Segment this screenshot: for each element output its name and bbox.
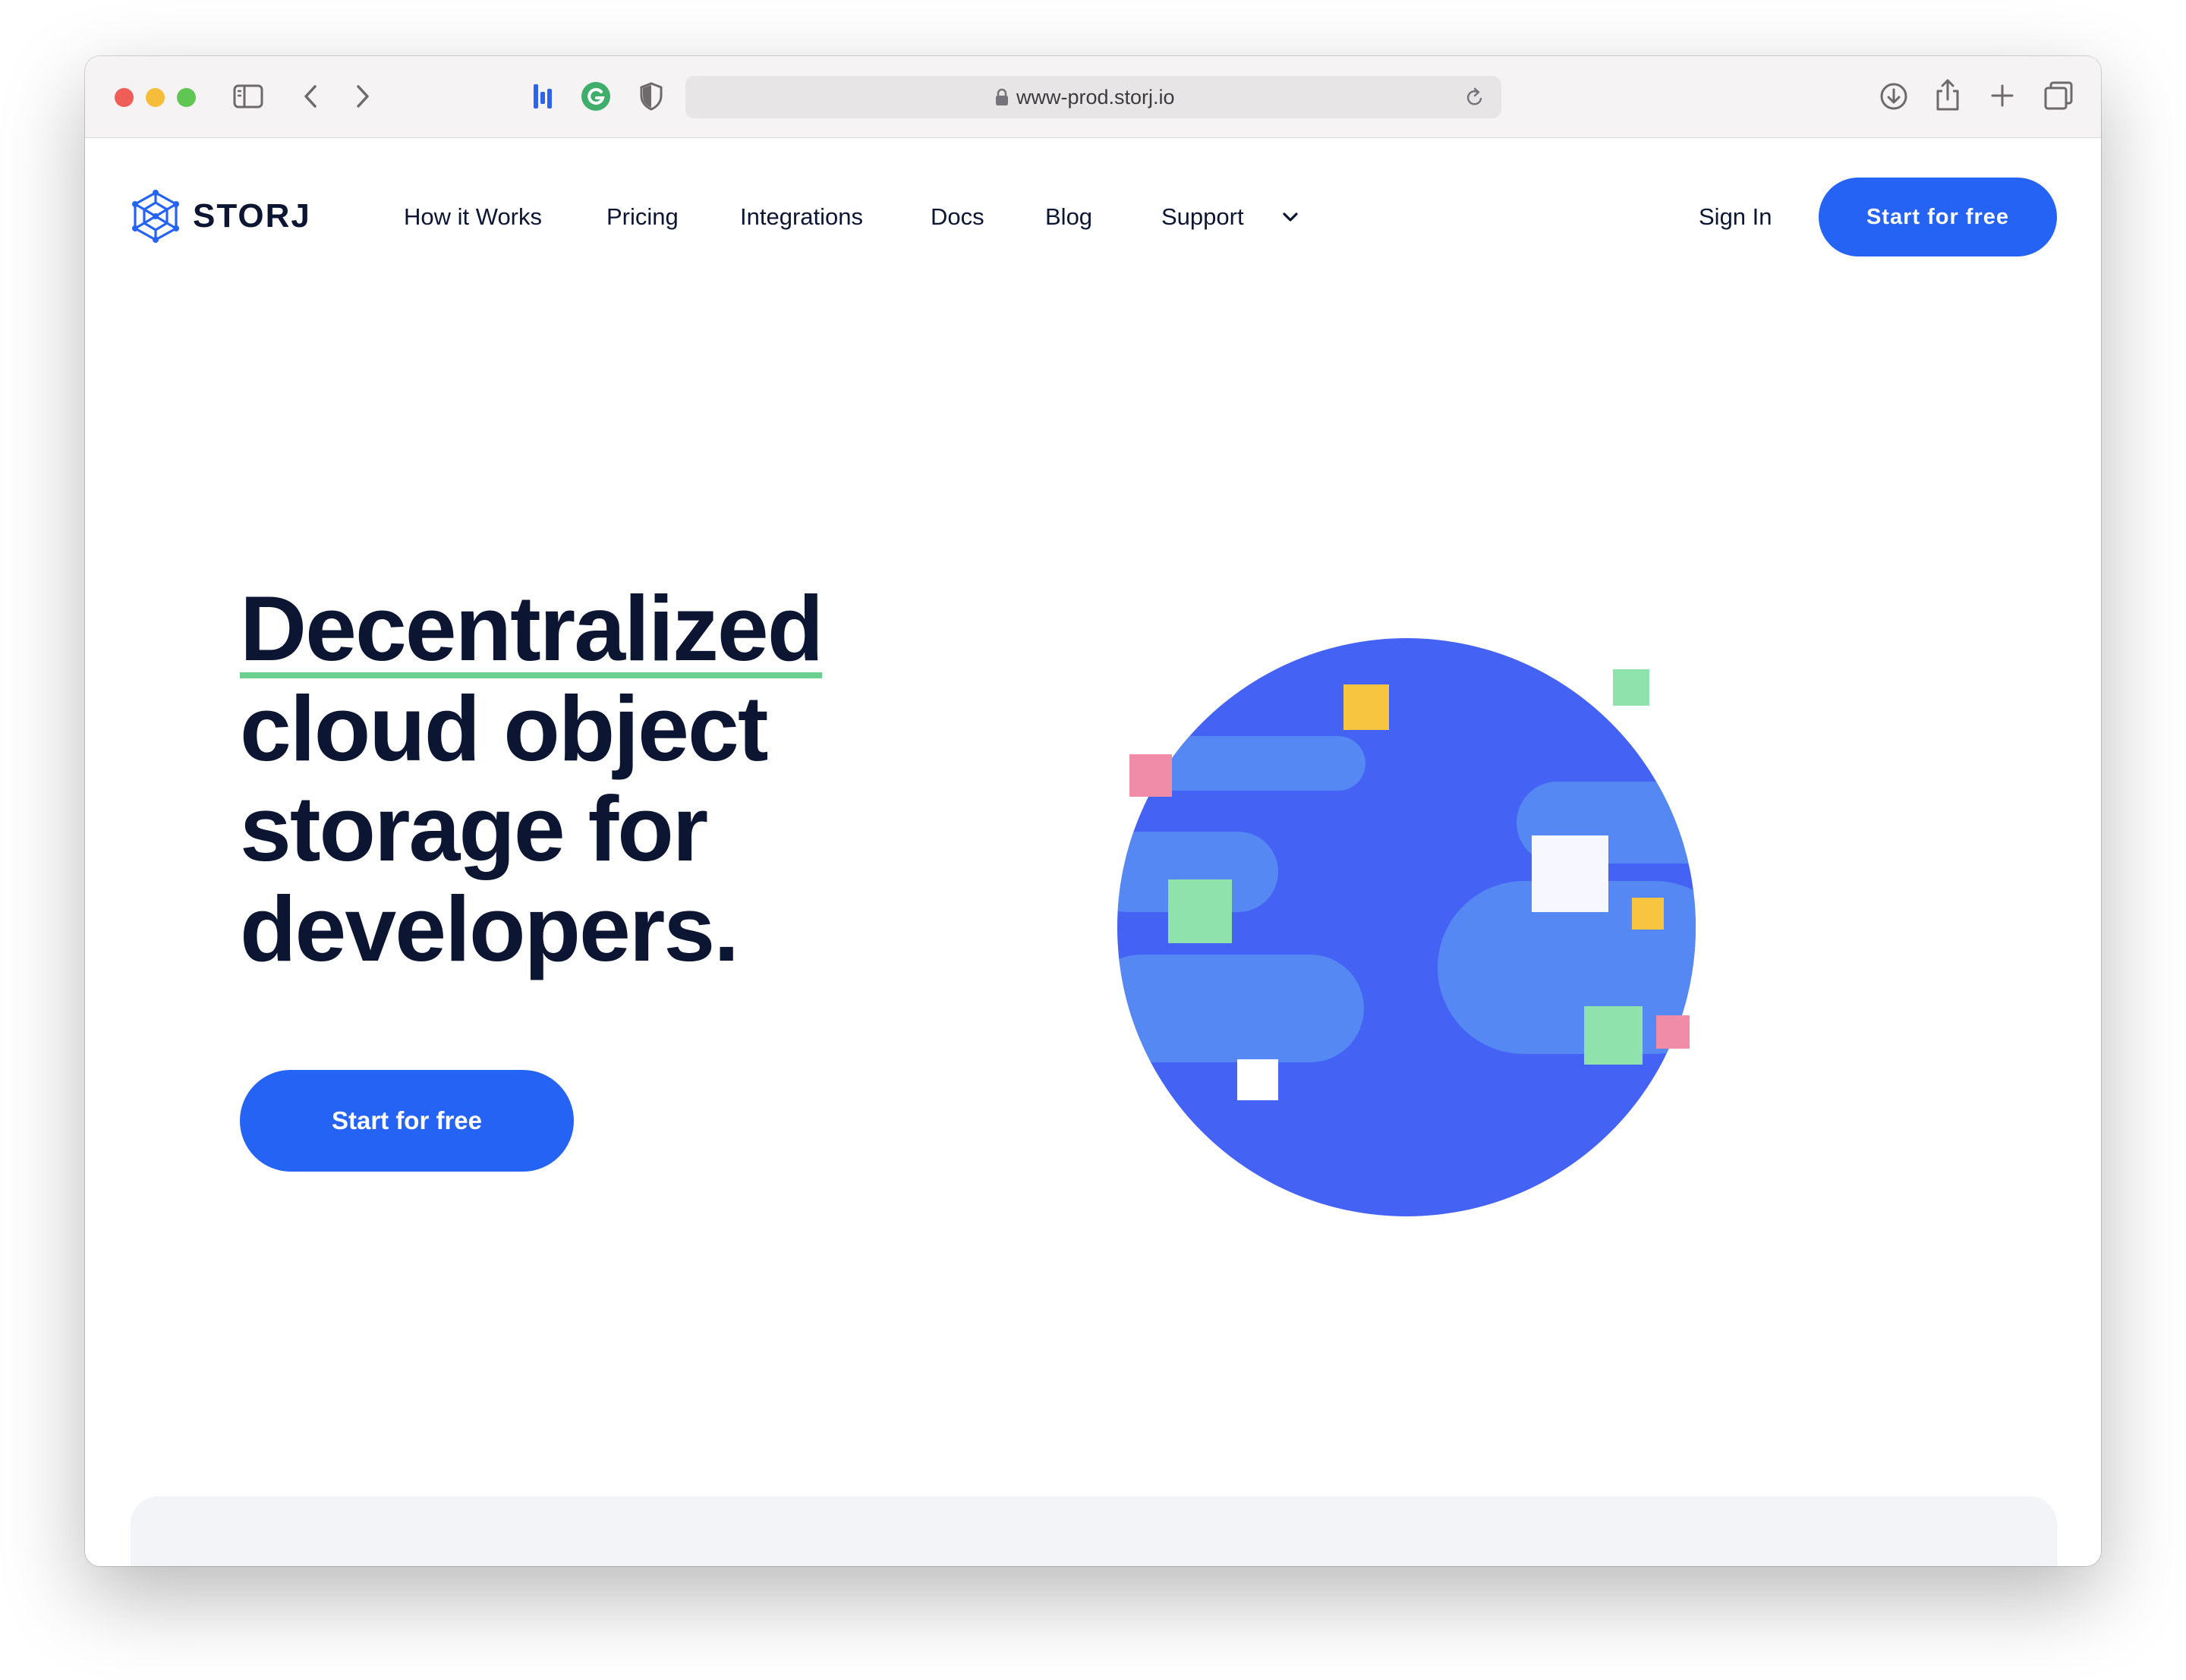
logo-text: STORJ xyxy=(193,197,311,234)
globe-illustration xyxy=(1117,638,1696,1216)
nav-support[interactable]: Support xyxy=(1161,199,1244,235)
screen: www-prod.storj.io STORJ How it Works Pri… xyxy=(0,0,2186,1680)
hero-title: Decentralized cloud object storage for d… xyxy=(240,578,999,979)
white-square xyxy=(1237,1059,1278,1100)
reload-icon[interactable] xyxy=(1465,87,1485,112)
hero-title-highlight: Decentralized xyxy=(240,577,824,680)
pink-square xyxy=(1656,1015,1690,1049)
start-for-free-hero-button[interactable]: Start for free xyxy=(240,1070,574,1172)
back-icon[interactable] xyxy=(299,82,322,111)
close-window-button[interactable] xyxy=(115,88,134,107)
hero-title-line-2: cloud object xyxy=(240,677,768,780)
green-square xyxy=(1613,669,1649,706)
extension-bars-icon[interactable] xyxy=(531,82,554,112)
nav-integrations[interactable]: Integrations xyxy=(740,199,863,235)
storj-logo-icon xyxy=(132,190,179,243)
nav-blog[interactable]: Blog xyxy=(1045,199,1092,235)
globe-band xyxy=(1117,955,1364,1062)
grammarly-icon[interactable] xyxy=(580,80,612,112)
nav-docs[interactable]: Docs xyxy=(931,199,984,235)
new-tab-icon[interactable] xyxy=(1989,82,2016,109)
minimize-window-button[interactable] xyxy=(146,88,165,107)
tabs-overview-icon[interactable] xyxy=(2043,80,2074,111)
privacy-shield-icon[interactable] xyxy=(638,80,665,112)
green-square xyxy=(1168,879,1232,943)
lock-icon xyxy=(995,88,1009,110)
web-page: STORJ How it Works Pricing Integrations … xyxy=(85,138,2101,1566)
hero-title-line-3: storage for xyxy=(240,777,708,880)
address-bar[interactable]: www-prod.storj.io xyxy=(685,76,1501,118)
yellow-square xyxy=(1343,684,1389,730)
white-square xyxy=(1532,835,1608,912)
browser-window: www-prod.storj.io STORJ How it Works Pri… xyxy=(85,56,2101,1566)
sign-in-link[interactable]: Sign In xyxy=(1699,199,1772,235)
sidebar-icon[interactable] xyxy=(232,83,264,109)
address-url[interactable]: www-prod.storj.io xyxy=(1016,76,1175,118)
nav-how-it-works[interactable]: How it Works xyxy=(404,199,542,235)
yellow-square xyxy=(1632,898,1664,930)
zoom-window-button[interactable] xyxy=(177,88,196,107)
forward-icon[interactable] xyxy=(351,82,374,111)
pink-square xyxy=(1129,754,1172,797)
green-square xyxy=(1584,1006,1643,1065)
nav-pricing[interactable]: Pricing xyxy=(606,199,679,235)
chevron-down-icon[interactable] xyxy=(1281,208,1299,226)
next-section-panel xyxy=(131,1496,2057,1566)
share-icon[interactable] xyxy=(1934,77,1961,112)
download-icon[interactable] xyxy=(1879,80,1909,112)
hero-title-line-4: developers. xyxy=(240,877,739,980)
start-for-free-nav-button[interactable]: Start for free xyxy=(1819,178,2057,256)
storj-logo[interactable]: STORJ xyxy=(131,190,311,243)
browser-toolbar: www-prod.storj.io xyxy=(85,56,2101,138)
